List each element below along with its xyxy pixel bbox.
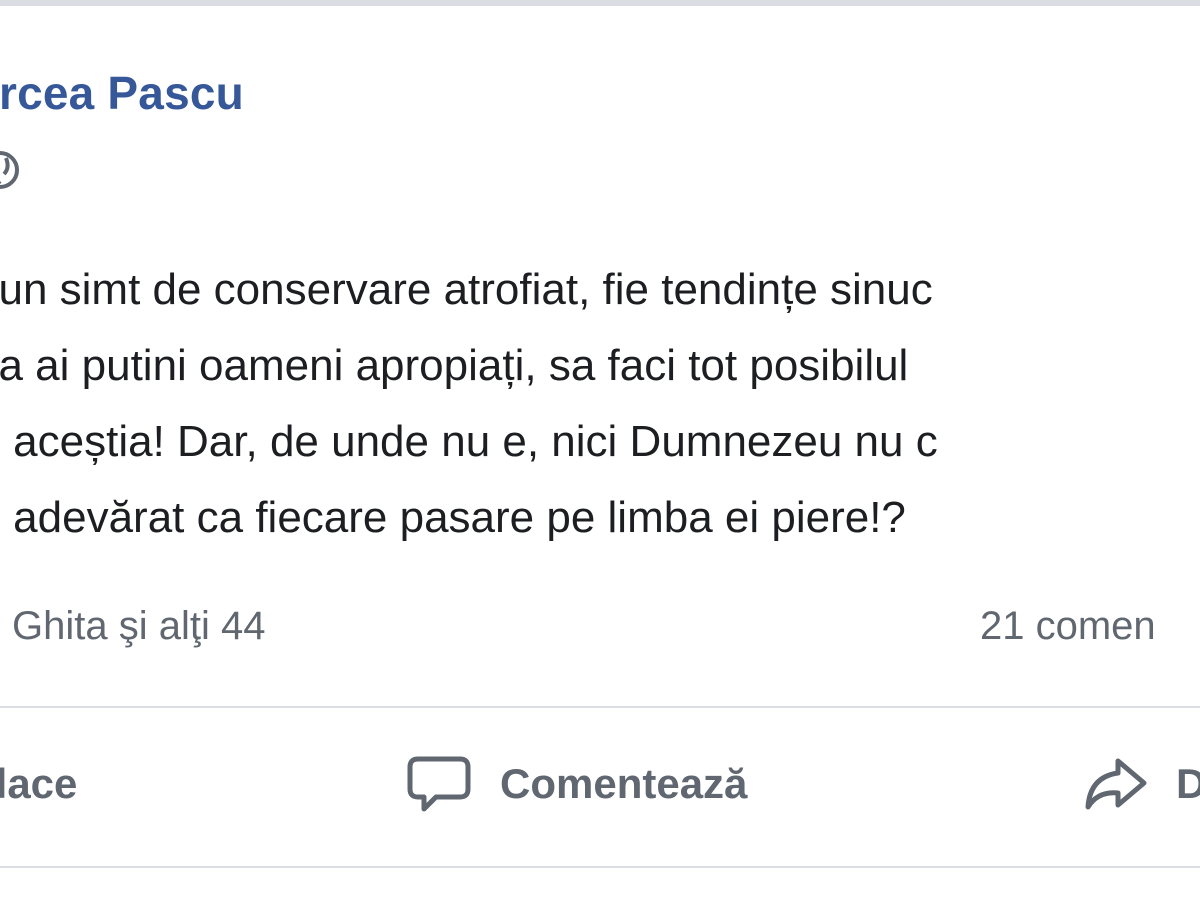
share-icon	[1085, 758, 1147, 810]
comments-count[interactable]: 21 comen	[980, 604, 1156, 649]
globe-icon[interactable]	[0, 150, 20, 190]
actions-bottom-divider	[0, 866, 1200, 868]
post-line: așa ai putini oameni apropiați, sa faci …	[0, 341, 909, 390]
post-line: pe aceștia! Dar, de unde nu e, nici Dumn…	[0, 417, 938, 466]
comment-button-label: Comentează	[500, 760, 748, 807]
share-button[interactable]: D	[1082, 748, 1200, 820]
actions-top-divider	[0, 706, 1200, 708]
post-body: ai un simt de conservare atrofiat, fie t…	[0, 252, 1200, 556]
card-top-border	[0, 0, 1200, 6]
post-line: ai un simt de conservare atrofiat, fie t…	[0, 265, 933, 314]
comment-button[interactable]: Comentează	[406, 748, 747, 820]
comment-icon	[407, 756, 471, 812]
reactions-summary[interactable]: Ghita şi alţi 44	[12, 604, 265, 649]
post-author-name[interactable]: ircea Pascu	[0, 66, 244, 120]
like-button[interactable]: place	[0, 748, 77, 820]
post-card: ircea Pascu ai un simt de conservare atr…	[0, 0, 1200, 900]
share-button-label: D	[1176, 760, 1200, 807]
post-line: de adevărat ca fiecare pasare pe limba e…	[0, 493, 906, 542]
like-button-label: place	[0, 760, 78, 807]
